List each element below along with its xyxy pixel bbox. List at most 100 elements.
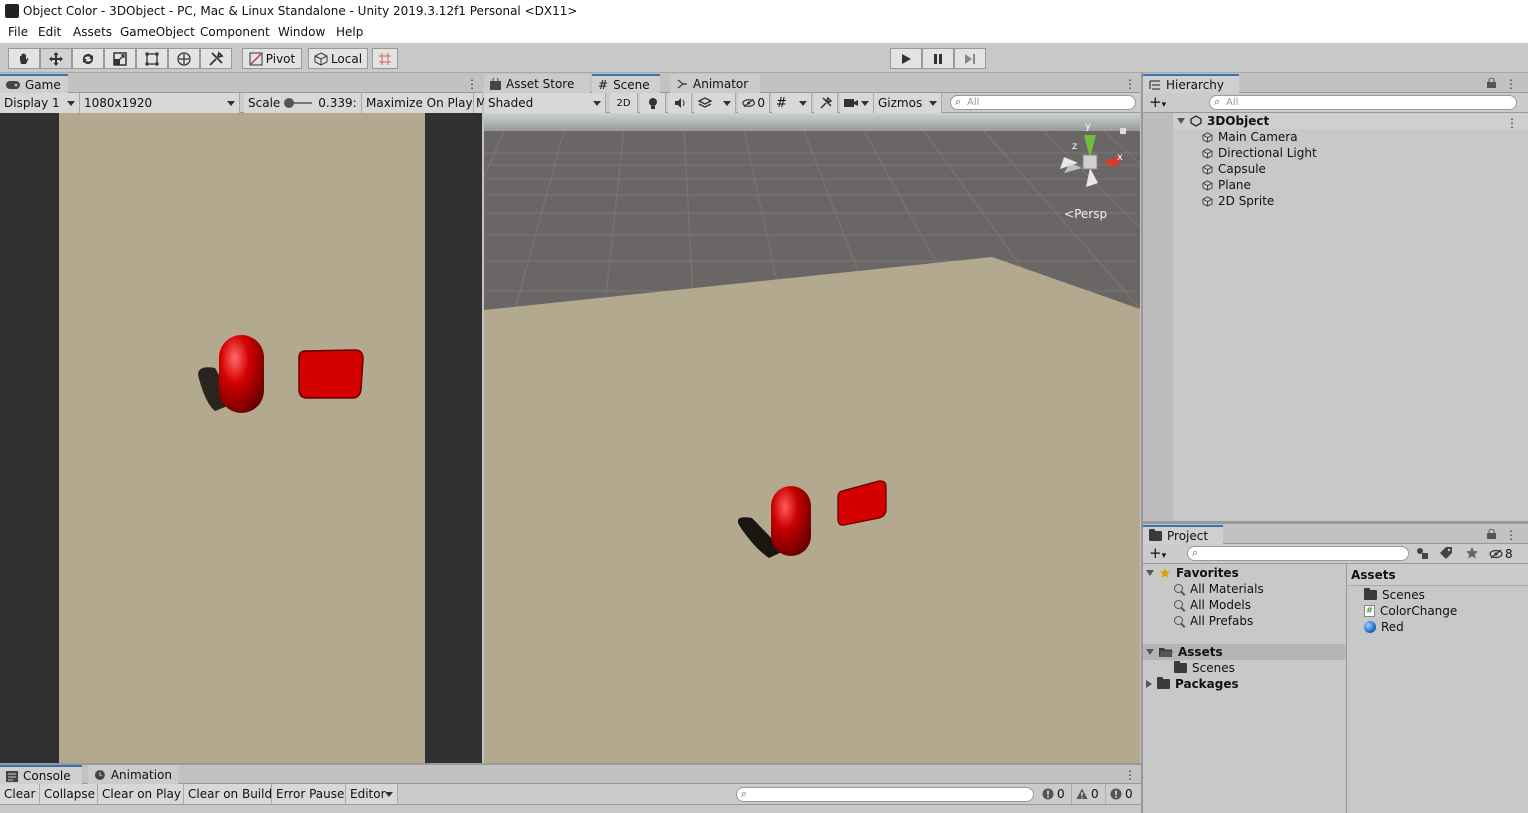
console-info-filter[interactable]: 0 bbox=[1038, 784, 1072, 804]
asset-item-colorchange[interactable]: # ColorChange bbox=[1364, 603, 1457, 619]
display-dropdown[interactable]: Display 1 bbox=[0, 93, 80, 113]
console-warning-filter[interactable]: 0 bbox=[1072, 784, 1106, 804]
hierarchy-lock-icon[interactable] bbox=[1487, 77, 1496, 88]
hierarchy-create-button[interactable]: +▾ bbox=[1149, 94, 1175, 110]
tab-game[interactable]: Game bbox=[0, 74, 68, 94]
star-icon bbox=[1159, 567, 1171, 578]
hierarchy-controlbar: +▾ All bbox=[1143, 93, 1528, 113]
scale-tool-button[interactable] bbox=[104, 48, 136, 69]
favorites-row[interactable]: Favorites bbox=[1146, 565, 1239, 581]
gizmos-dropdown[interactable]: Gizmos bbox=[874, 93, 942, 113]
tab-animation[interactable]: Animation bbox=[88, 765, 178, 785]
console-collapse-toggle[interactable]: Collapse bbox=[40, 784, 98, 804]
tab-scene[interactable]: # Scene bbox=[592, 74, 660, 94]
audio-toggle-button[interactable] bbox=[668, 93, 692, 113]
2d-toggle-button[interactable]: 2D bbox=[610, 93, 638, 113]
project-hidden-toggle[interactable]: 8 bbox=[1489, 545, 1525, 562]
hand-tool-button[interactable] bbox=[8, 48, 40, 69]
effects-dropdown[interactable] bbox=[694, 93, 736, 113]
search-by-label-icon[interactable] bbox=[1439, 546, 1455, 561]
console-clear-on-play-toggle[interactable]: Clear on Play bbox=[98, 784, 184, 804]
grid-dropdown[interactable]: # bbox=[772, 93, 812, 113]
tab-animator[interactable]: Animator bbox=[670, 74, 760, 94]
splitter-horizontal[interactable] bbox=[1143, 521, 1528, 524]
grid-snap-button[interactable] bbox=[372, 48, 398, 69]
gizmo-lock-icon[interactable] bbox=[1120, 128, 1126, 134]
project-create-button[interactable]: +▾ bbox=[1149, 545, 1175, 561]
project-search-input[interactable] bbox=[1187, 546, 1409, 561]
shading-mode-dropdown[interactable]: Shaded bbox=[484, 93, 606, 113]
favorite-star-icon[interactable] bbox=[1465, 546, 1481, 561]
tab-console[interactable]: Console bbox=[0, 765, 82, 785]
step-button[interactable] bbox=[954, 48, 986, 69]
collapsed-arrow-icon[interactable] bbox=[1146, 680, 1152, 688]
move-tool-button[interactable] bbox=[40, 48, 72, 69]
menu-component[interactable]: Component bbox=[200, 25, 270, 39]
menu-file[interactable]: File bbox=[8, 25, 28, 39]
console-error-pause-toggle[interactable]: Error Pause bbox=[272, 784, 346, 804]
expand-arrow-icon[interactable] bbox=[1146, 570, 1154, 576]
console-clear-button[interactable]: Clear bbox=[0, 784, 40, 804]
rect-tool-button[interactable] bbox=[136, 48, 168, 69]
favorite-all-prefabs[interactable]: All Prefabs bbox=[1174, 613, 1253, 629]
assets-label: Assets bbox=[1178, 645, 1223, 659]
custom-tool-button[interactable] bbox=[200, 48, 232, 69]
tab-hierarchy[interactable]: Hierarchy bbox=[1143, 74, 1239, 94]
scale-slider-thumb[interactable] bbox=[284, 98, 295, 108]
menu-edit[interactable]: Edit bbox=[38, 25, 61, 39]
asset-item-scenes[interactable]: Scenes bbox=[1364, 587, 1425, 603]
resolution-dropdown[interactable]: 1080x1920 bbox=[80, 93, 240, 113]
hierarchy-item-directional-light[interactable]: Directional Light bbox=[1202, 145, 1317, 161]
rotate-tool-button[interactable] bbox=[72, 48, 104, 69]
maximize-on-play-toggle[interactable]: Maximize On Play bbox=[362, 93, 474, 113]
project-more-icon[interactable] bbox=[1505, 528, 1509, 540]
transform-tool-button[interactable] bbox=[168, 48, 200, 69]
play-button[interactable] bbox=[890, 48, 922, 69]
project-lock-icon[interactable] bbox=[1487, 528, 1496, 539]
hierarchy-item-2d-sprite[interactable]: 2D Sprite bbox=[1202, 193, 1274, 209]
local-toggle-button[interactable]: Local bbox=[308, 48, 368, 69]
menu-gameobject[interactable]: GameObject bbox=[120, 25, 195, 39]
assets-scenes-row[interactable]: Scenes bbox=[1174, 660, 1235, 676]
asset-item-red[interactable]: Red bbox=[1364, 619, 1404, 635]
hierarchy-search-input[interactable]: All bbox=[1209, 95, 1517, 110]
search-by-type-icon[interactable] bbox=[1415, 546, 1431, 561]
menu-help[interactable]: Help bbox=[336, 25, 363, 39]
console-search-input[interactable] bbox=[736, 787, 1034, 802]
console-editor-dropdown[interactable]: Editor bbox=[346, 784, 398, 804]
scene-row-more-icon[interactable] bbox=[1506, 116, 1510, 128]
hierarchy-scene-row[interactable]: 3DObject bbox=[1177, 113, 1269, 129]
pause-button[interactable] bbox=[922, 48, 954, 69]
scene-search-input[interactable]: All bbox=[950, 95, 1136, 110]
tools-toggle-button[interactable] bbox=[814, 93, 838, 113]
console-clear-on-build-toggle[interactable]: Clear on Build bbox=[184, 784, 272, 804]
camera-dropdown[interactable] bbox=[840, 93, 874, 113]
scale-slider[interactable] bbox=[284, 98, 313, 108]
tab-asset-store[interactable]: Asset Store bbox=[484, 74, 590, 94]
lighting-toggle-button[interactable] bbox=[640, 93, 666, 113]
hierarchy-item-plane[interactable]: Plane bbox=[1202, 177, 1251, 193]
hidden-objects-toggle[interactable]: 0 bbox=[738, 93, 770, 113]
favorite-all-materials[interactable]: All Materials bbox=[1174, 581, 1264, 597]
hierarchy-item-capsule[interactable]: Capsule bbox=[1202, 161, 1266, 177]
hierarchy-item-main-camera[interactable]: Main Camera bbox=[1202, 129, 1298, 145]
tab-project[interactable]: Project bbox=[1143, 525, 1223, 545]
game-more-icon[interactable] bbox=[466, 77, 470, 89]
assets-breadcrumb[interactable]: Assets bbox=[1351, 567, 1396, 583]
scene-more-icon[interactable] bbox=[1124, 77, 1128, 89]
pivot-toggle-button[interactable]: Pivot bbox=[242, 48, 302, 69]
console-error-filter[interactable]: 0 bbox=[1106, 784, 1140, 804]
menu-assets[interactable]: Assets bbox=[73, 25, 112, 39]
expand-arrow-icon[interactable] bbox=[1146, 649, 1154, 655]
persp-label[interactable]: <Persp bbox=[1064, 207, 1107, 221]
console-more-icon[interactable] bbox=[1124, 768, 1128, 780]
menu-window[interactable]: Window bbox=[278, 25, 325, 39]
game-viewport[interactable] bbox=[0, 113, 482, 763]
packages-folder-row[interactable]: Packages bbox=[1146, 676, 1239, 692]
assets-folder-row[interactable]: Assets bbox=[1146, 644, 1223, 660]
hierarchy-more-icon[interactable] bbox=[1505, 77, 1509, 89]
favorite-all-models[interactable]: All Models bbox=[1174, 597, 1251, 613]
mute-toggle-clipped[interactable]: M bbox=[474, 93, 486, 113]
expand-arrow-icon[interactable] bbox=[1177, 118, 1185, 124]
scene-viewport[interactable]: y x z <Persp bbox=[484, 113, 1140, 763]
